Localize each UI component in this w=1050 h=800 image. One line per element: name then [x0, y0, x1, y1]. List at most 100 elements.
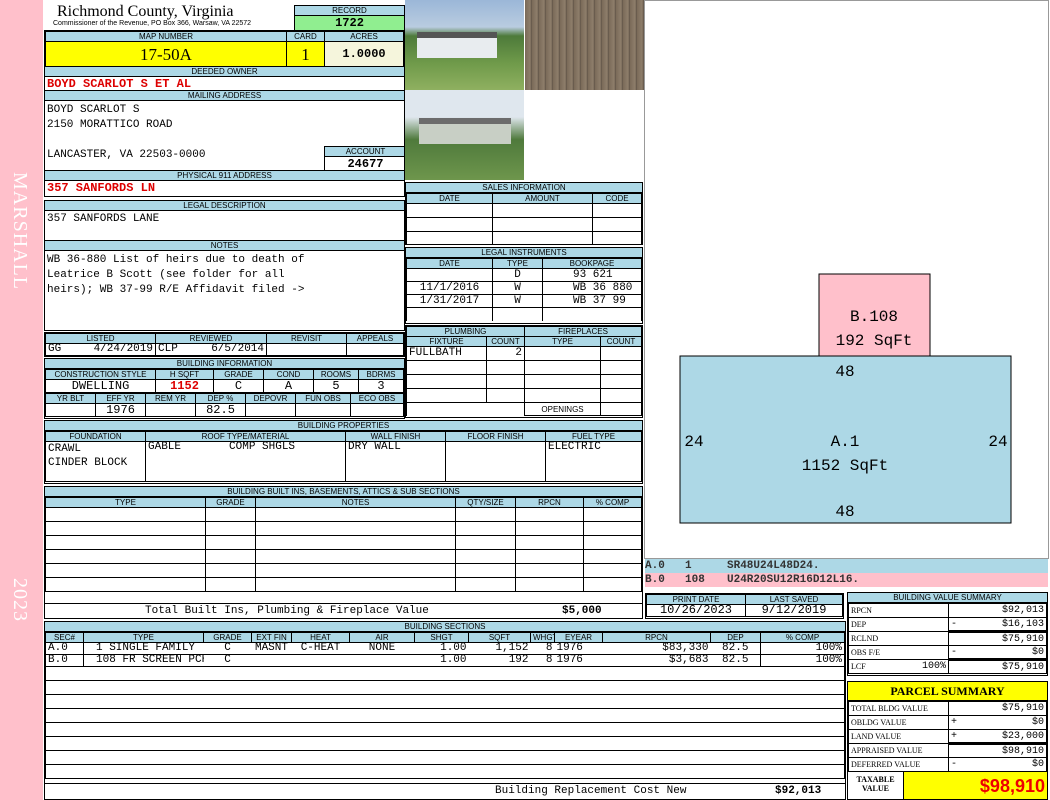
built-ins-title: BUILDING BUILT INS, BASEMENTS, ATTICS & … — [45, 487, 642, 497]
section-cell — [251, 654, 292, 667]
listed-date: 4/24/2019 — [93, 343, 153, 355]
section-row — [45, 680, 845, 695]
building-info-header: DEP % — [195, 393, 246, 404]
fuel-type: ELECTRIC — [545, 441, 642, 482]
section-cell — [349, 654, 415, 667]
replacement-cost-value: $92,013 — [775, 785, 822, 797]
building-info-value — [295, 403, 351, 417]
instrument-cell: D — [492, 268, 543, 282]
listed-by: GG — [48, 343, 62, 355]
building-info-header: CONSTRUCTION STYLE — [45, 369, 156, 380]
summary-row: OBLDG VALUE + $0 — [848, 715, 1047, 730]
print-date: 10/26/2023 — [646, 604, 746, 617]
building-info-value: DWELLING — [45, 379, 156, 393]
summary-label: OBS F/E — [851, 648, 881, 657]
summary-value: $23,000 — [1001, 730, 1044, 742]
code-vector: SR48U24L48D24. — [727, 560, 820, 572]
account-label: ACCOUNT — [325, 147, 404, 157]
map-number-value: 17-50A — [45, 41, 287, 66]
building-info-header: ECO OBS — [350, 393, 404, 404]
section-cell: 108 FR SCREEN PCH — [83, 654, 204, 667]
building-info-header: EFF YR — [95, 393, 146, 404]
section-cell: 1.00 — [414, 654, 469, 667]
sales-code-header: CODE — [592, 193, 642, 204]
deeded-owner-label: DEEDED OWNER — [45, 67, 404, 77]
section-header: SEC# — [45, 632, 84, 643]
section-cell — [291, 654, 350, 667]
section-row — [45, 694, 845, 709]
instrument-cell: 93 621 — [542, 268, 642, 282]
instrument-row: 11/1/2016 W WB 36 880 — [406, 281, 642, 295]
section-cell: 82.5 — [710, 642, 761, 655]
notes: NOTES WB 36-880 List of heirs due to dea… — [44, 240, 405, 331]
summary-row: APPRAISED VALUE $98,910 — [848, 742, 1047, 758]
summary-row: RCLND $75,910 — [848, 630, 1047, 646]
summary-row: OBS F/E - $0 — [848, 645, 1047, 660]
building-sections-title: BUILDING SECTIONS — [45, 622, 845, 632]
code-num: 108 — [685, 574, 705, 586]
sketch-code-row: A.0 1 SR48U24L48D24. — [645, 559, 1048, 573]
building-sketch[interactable]: B.108 192 SqFt A.1 1152 SqFt 48 48 24 24 — [644, 0, 1049, 559]
fixture-count: 2 — [485, 346, 526, 361]
summary-value: $0 — [1031, 759, 1044, 770]
building-sections: BUILDING SECTIONS SEC# TYPE GRADE EXT FIN HE… — [44, 621, 846, 800]
taxable-value: $98,910 — [904, 772, 1047, 799]
section-row: B.0 108 FR SCREEN PCH C 1.00 192 8 1976 $3,683 8… — [45, 654, 845, 667]
property-photo-2[interactable] — [525, 0, 644, 90]
taxable-label-2: VALUE — [862, 784, 889, 793]
summary-row: TOTAL BLDG VALUE $75,910 — [848, 701, 1047, 716]
property-photo-1[interactable] — [405, 0, 524, 90]
instrument-bookpage-header: BOOKPAGE — [542, 258, 642, 269]
code-num: 1 — [685, 560, 692, 572]
record-value: 1722 — [295, 16, 404, 30]
plumbing-fireplaces: PLUMBING FIREPLACES FIXTURE COUNT TYPE COUNT… — [405, 325, 643, 418]
reviewed-date: 6/5/2014 — [211, 343, 264, 355]
builtin-grade-header: GRADE — [205, 497, 256, 508]
summary-value: $75,910 — [1001, 703, 1044, 714]
record-box: RECORD 1722 — [294, 5, 405, 31]
building-info-header: GRADE — [213, 369, 264, 380]
section-row: A.0 1 SINGLE FAMILY C MASNT C-HEAT NONE 1.00 1,… — [45, 642, 845, 655]
instrument-cell: W — [492, 294, 543, 308]
building-info-value: A — [263, 379, 314, 393]
summary-label: RCLND — [851, 634, 879, 643]
section-header: HEAT — [291, 632, 350, 643]
builtin-qty-header: QTY/SIZE — [455, 497, 516, 508]
map-number-label: MAP NUMBER — [45, 31, 287, 42]
instrument-cell: 11/1/2016 — [406, 281, 493, 295]
floor-finish — [445, 441, 546, 482]
section-cell: B.0 — [45, 654, 84, 667]
legal-description-label: LEGAL DESCRIPTION — [45, 201, 404, 211]
section-row — [45, 750, 845, 765]
building-info-value — [145, 403, 196, 417]
builtin-notes-header: NOTES — [255, 497, 456, 508]
summary-label: OBLDG VALUE — [851, 718, 907, 727]
county-title: Richmond County, Virginia — [57, 3, 234, 20]
building-information: BUILDING INFORMATION CONSTRUCTION STYLE H… — [44, 358, 405, 419]
summary-row: LCF 100% $75,910 — [848, 658, 1047, 674]
sketch-a-area: 1152 SqFt — [802, 457, 888, 475]
notes-line-1: WB 36-880 List of heirs due to death of — [47, 254, 305, 266]
instrument-row: D 93 621 — [406, 268, 642, 282]
section-cell: 8 — [530, 642, 555, 655]
section-header: SHGT — [414, 632, 469, 643]
summary-operator: + — [951, 717, 958, 728]
built-ins: BUILDING BUILT INS, BASEMENTS, ATTICS & … — [44, 486, 643, 619]
legal-instruments: LEGAL INSTRUMENTS DATE TYPE BOOKPAGE D 93 6… — [405, 247, 643, 324]
building-info-value — [45, 403, 96, 417]
section-cell: C — [203, 642, 252, 655]
summary-label: LCF — [851, 662, 866, 671]
print-date-label: PRINT DATE — [646, 594, 746, 605]
building-info-header: COND — [263, 369, 314, 380]
building-properties: BUILDING PROPERTIES FOUNDATION ROOF TYPE/… — [44, 420, 643, 484]
instrument-cell: WB 36 880 — [542, 281, 642, 295]
mailing-line-2: 2150 MORATTICO ROAD — [47, 119, 173, 131]
section-header: TYPE — [83, 632, 204, 643]
instrument-type-header: TYPE — [492, 258, 543, 269]
taxable-value-label: TAXABLE VALUE — [848, 772, 904, 799]
replacement-cost-label: Building Replacement Cost New — [495, 785, 687, 797]
property-photo-3[interactable] — [405, 90, 524, 180]
reviewed-by: CLP — [158, 343, 178, 355]
summary-label: TOTAL BLDG VALUE — [851, 704, 928, 713]
section-cell: 1 SINGLE FAMILY — [83, 642, 204, 655]
